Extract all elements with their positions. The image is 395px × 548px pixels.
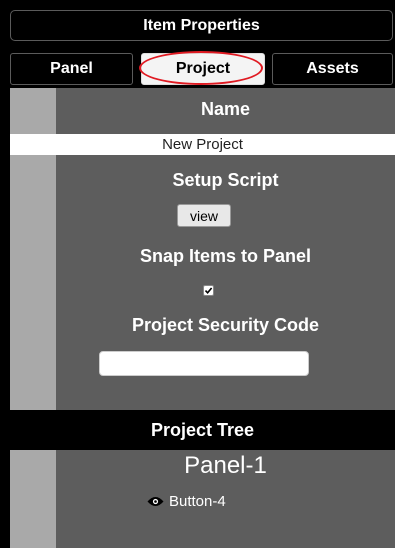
item-properties-window: Item Properties Panel Project Assets Nam… [0,0,395,548]
tab-assets[interactable]: Assets [272,53,393,85]
checkmark-icon [204,287,213,295]
project-properties-panel: Name Setup Script view Snap Items to Pan… [10,88,395,410]
setup-script-label: Setup Script [172,170,279,190]
project-tree: Panel-1 Button-4 [10,450,395,548]
tab-project[interactable]: Project [141,53,265,85]
project-name-input[interactable] [10,134,395,155]
tab-panel[interactable]: Panel [10,53,133,85]
tree-left-strip [10,450,56,548]
window-title: Item Properties [10,10,393,41]
project-tree-header: Project Tree [10,410,395,450]
name-label: Name [200,99,251,119]
snap-items-checkbox[interactable] [203,285,214,296]
tree-item-label: Button-4 [169,492,226,510]
view-script-button[interactable]: view [177,204,231,227]
eye-icon[interactable] [147,496,164,507]
snap-items-label: Snap Items to Panel [139,246,312,266]
security-code-input[interactable] [99,351,309,376]
tree-panel-node[interactable]: Panel-1 [56,452,395,480]
tree-item-button-4[interactable]: Button-4 [147,492,226,510]
security-code-label: Project Security Code [131,315,320,335]
tab-bar: Panel Project Assets [10,53,393,85]
